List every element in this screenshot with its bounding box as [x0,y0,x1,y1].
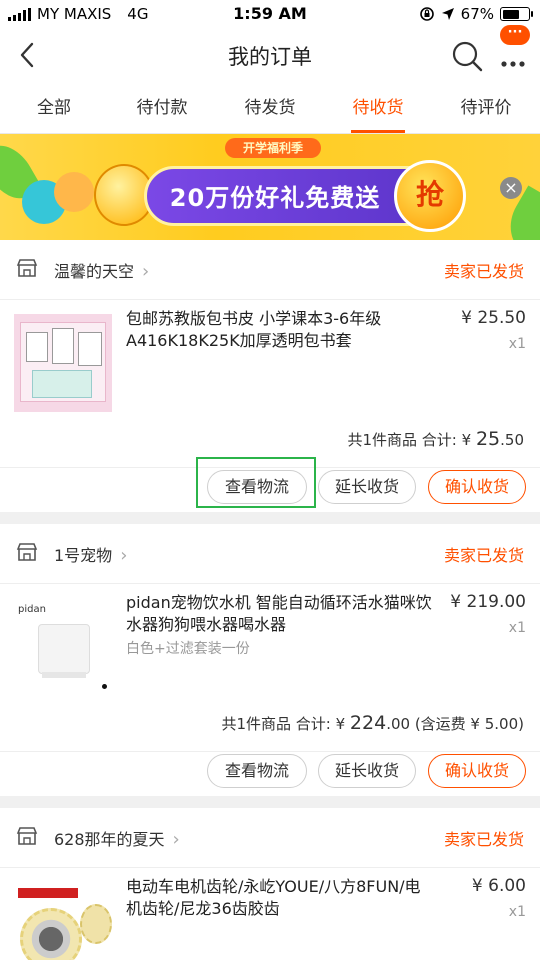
extend-receipt-button[interactable]: 延长收货 [318,470,416,504]
banner-tag: 开学福利季 [225,138,321,158]
shop-row[interactable]: 628那年的夏天 › 卖家已发货 [0,808,540,868]
banner-headline: 20万份好礼免费送 [169,184,381,212]
tab-pending-receipt[interactable]: 待收货 [324,84,432,133]
close-banner-icon[interactable]: × [500,177,522,199]
thumbnail-brand: pidan [18,604,46,615]
tab-pending-review[interactable]: 待评价 [432,84,540,133]
status-bar: MY MAXIS 4G 1:59 AM 67% [0,0,540,28]
grab-button[interactable]: 抢 [394,160,466,232]
chevron-right-icon: › [120,545,128,566]
product-thumbnail[interactable]: pidan [14,598,112,696]
summary-label: 共1件商品 合计: ¥ [221,715,350,733]
order-card: 1号宠物 › 卖家已发货 pidan pidan宠物饮水机 智能自动循环活水猫咪饮… [0,524,540,796]
total-amount: 224 [349,712,387,734]
total-decimal: .00 [386,715,411,733]
summary-note: (含运费 ¥ 5.00) [410,715,524,733]
confirm-receipt-button[interactable]: 确认收货 [428,754,526,788]
tab-all[interactable]: 全部 [0,84,108,133]
product-row[interactable]: pidan pidan宠物饮水机 智能自动循环活水猫咪饮水器狗狗喂水器喝水器 白… [0,584,540,696]
location-icon [441,8,454,20]
back-arrow-icon[interactable] [14,40,44,70]
product-price: ¥ 25.50 [461,308,526,328]
product-price: ¥ 6.00 [471,876,526,896]
shop-row[interactable]: 温馨的天空 › 卖家已发货 [0,240,540,300]
total-amount: 25 [475,428,501,450]
tab-pending-payment[interactable]: 待付款 [108,84,216,133]
product-thumbnail[interactable] [14,882,112,960]
extend-receipt-button[interactable]: 延长收货 [318,754,416,788]
summary-label: 共1件商品 合计: ¥ [347,431,476,449]
product-quantity: x1 [508,336,526,352]
product-thumbnail[interactable] [14,314,112,412]
chevron-right-icon: › [172,829,180,850]
product-quantity: x1 [508,620,526,636]
product-title: 包邮苏教版包书皮 小学课本3-6年级A416K18K25K加厚透明包书套 [126,309,382,350]
order-status: 卖家已发货 [443,262,524,281]
highlight-box [196,457,316,508]
search-icon[interactable] [450,39,484,73]
shop-row[interactable]: 1号宠物 › 卖家已发货 [0,524,540,584]
order-actions: 查看物流 延长收货 确认收货 [0,744,540,804]
product-title: 电动车电机齿轮/永屹YOUE/八方8FUN/电机齿轮/尼龙36齿胶齿 [126,877,421,918]
chevron-right-icon: › [142,261,150,282]
product-title: pidan宠物饮水机 智能自动循环活水猫咪饮水器狗狗喂水器喝水器 [126,593,432,634]
view-logistics-button[interactable]: 查看物流 [207,754,307,788]
promo-banner[interactable]: 开学福利季 20万份好礼免费送 抢 [0,134,540,240]
order-tabs: 全部 待付款 待发货 待收货 待评价 [0,84,540,134]
battery-percent: 67% [460,5,494,23]
tab-pending-shipment[interactable]: 待发货 [216,84,324,133]
order-status: 卖家已发货 [443,830,524,849]
product-sku: 白色+过滤套装一份 [126,641,250,657]
shop-name[interactable]: 628那年的夏天 [54,830,165,849]
battery-icon [500,7,533,21]
product-row[interactable]: 包邮苏教版包书皮 小学课本3-6年级A416K18K25K加厚透明包书套 ¥ 2… [0,300,540,412]
nav-bar: 我的订单 ··· [0,25,540,84]
product-price: ¥ 219.00 [450,592,526,612]
order-card: 628那年的夏天 › 卖家已发货 电动车电机齿轮/永屹YOUE/八方8FUN/电机… [0,808,540,960]
product-row[interactable]: 电动车电机齿轮/永屹YOUE/八方8FUN/电机齿轮/尼龙36齿胶齿 ¥ 6.0… [0,868,540,960]
cup-decoration [54,172,94,212]
product-quantity: x1 [508,904,526,920]
confirm-receipt-button[interactable]: 确认收货 [428,470,526,504]
message-badge[interactable]: ··· [500,25,530,45]
rotation-lock-icon [419,7,434,21]
store-icon [16,259,38,277]
more-icon[interactable] [496,40,530,74]
order-status: 卖家已发货 [443,546,524,565]
store-icon [16,827,38,845]
store-icon [16,543,38,561]
shop-name[interactable]: 温馨的天空 [54,262,134,281]
shop-name[interactable]: 1号宠物 [54,546,112,565]
total-decimal: .50 [500,431,524,449]
